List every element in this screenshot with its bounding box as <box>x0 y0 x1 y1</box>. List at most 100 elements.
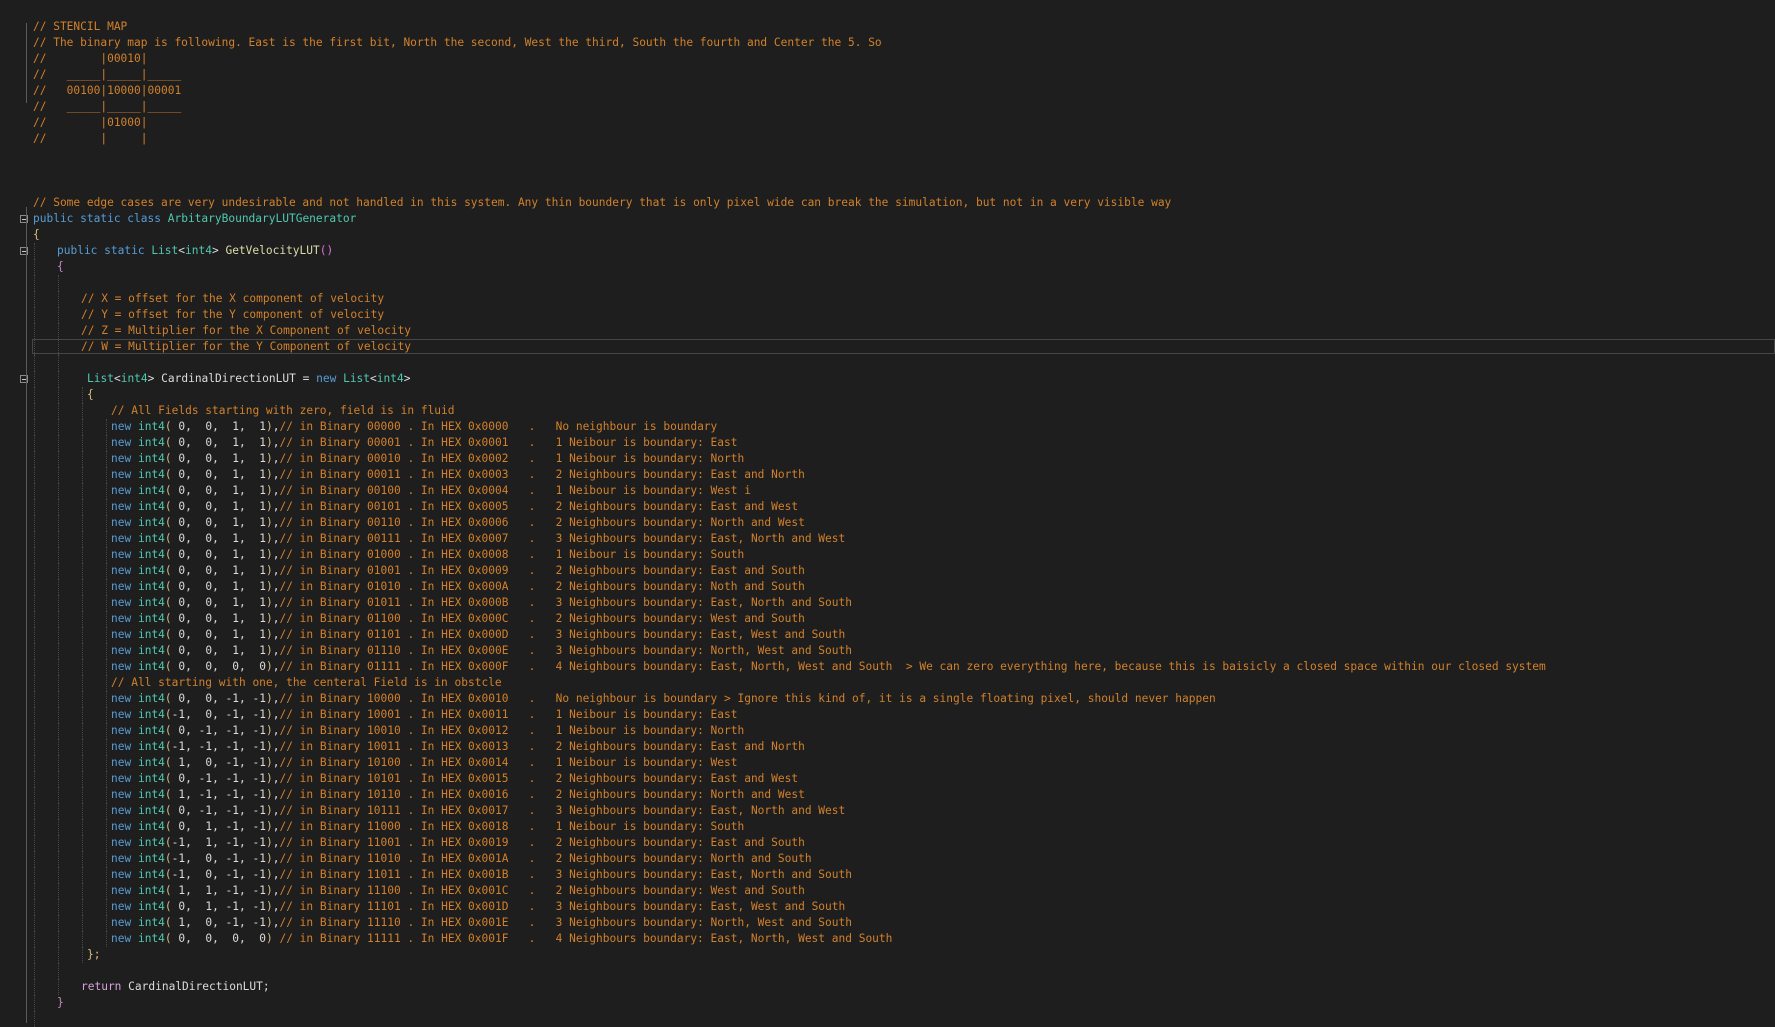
code-text: // |01000| <box>33 115 148 131</box>
entry-args: 0, 0, 1, 1 <box>171 436 266 449</box>
type-name: int4 <box>137 580 165 593</box>
brace-line: } <box>33 995 1775 1011</box>
paren: ) <box>265 852 273 865</box>
entry-comment: // in Binary 00000 . In HEX 0x0000 . No … <box>279 420 718 433</box>
type-name: int4 <box>137 692 165 705</box>
indent-guide <box>82 515 83 531</box>
keyword: new <box>111 740 132 753</box>
code-text: new int4( 1, 1, -1, -1),// in Binary 111… <box>111 883 805 899</box>
indent-guide <box>34 771 35 787</box>
code-text: } <box>57 995 64 1011</box>
method-declaration: public static List<int4> GetVelocityLUT(… <box>33 243 1775 259</box>
paren: ( <box>164 500 172 513</box>
lut-entry-line: new int4( 0, 0, 1, 1),// in Binary 01000… <box>33 547 1775 563</box>
indent-guide <box>106 627 107 643</box>
indent-guide <box>106 595 107 611</box>
indent-guide <box>106 515 107 531</box>
indent-guide <box>58 275 59 291</box>
keyword: return <box>81 980 122 993</box>
type-name: int4 <box>137 500 165 513</box>
code-text: // The binary map is following. East is … <box>33 35 882 51</box>
entry-args: 0, 0, 1, 1 <box>171 468 266 481</box>
indent-guide <box>34 787 35 803</box>
indent-guide <box>82 451 83 467</box>
indent-guide <box>58 659 59 675</box>
variable-name: CardinalDirectionLUT <box>161 372 296 385</box>
keyword: new <box>111 772 132 785</box>
paren: ( <box>164 452 172 465</box>
indent-guide <box>58 451 59 467</box>
indent-guide <box>34 803 35 819</box>
entry-args: 0, 0, 1, 1 <box>171 420 266 433</box>
comment-text: // X = offset for the X component of vel… <box>81 292 385 305</box>
entry-comment: // in Binary 00100 . In HEX 0x0004 . 1 N… <box>279 484 751 497</box>
open-brace: { <box>57 260 64 273</box>
paren: ) <box>265 788 273 801</box>
editor-gutter <box>0 0 30 1023</box>
type-name: int4 <box>137 884 165 897</box>
indent-guide <box>82 467 83 483</box>
indent-guide <box>82 643 83 659</box>
entry-args: 0, 1, -1, -1 <box>171 820 266 833</box>
code-text: new int4( 1, 0, -1, -1),// in Binary 111… <box>111 915 852 931</box>
comment-text: // |01000| <box>33 116 148 129</box>
code-area[interactable]: // STENCIL MAP // The binary map is follo… <box>33 0 1775 1027</box>
indent-guide <box>58 595 59 611</box>
keyword: new <box>111 788 132 801</box>
indent-guide <box>34 707 35 723</box>
indent-guide <box>34 739 35 755</box>
code-editor[interactable]: // STENCIL MAP // The binary map is follo… <box>0 0 1775 1027</box>
paren: ) <box>265 468 273 481</box>
indent-guide <box>106 755 107 771</box>
paren: ) <box>265 884 273 897</box>
indent-guide <box>106 579 107 595</box>
paren: ( <box>164 420 172 433</box>
indent-guide <box>82 563 83 579</box>
type-name: int4 <box>137 564 165 577</box>
comment-text: // 00100|10000|00001 <box>33 84 182 97</box>
paren: ( <box>164 660 172 673</box>
entry-comment: // in Binary 00011 . In HEX 0x0003 . 2 N… <box>279 468 805 481</box>
entry-comment: // in Binary 01001 . In HEX 0x0009 . 2 N… <box>279 564 805 577</box>
entry-args: 0, -1, -1, -1 <box>171 772 266 785</box>
indent-guide <box>106 803 107 819</box>
indent-guide <box>58 419 59 435</box>
indent-guide <box>82 387 83 403</box>
lut-entry-line: new int4( 0, 0, 1, 1),// in Binary 00001… <box>33 435 1775 451</box>
blank-line <box>33 1011 1775 1027</box>
keyword: new <box>111 692 132 705</box>
indent-guide <box>58 403 59 419</box>
paren: ) <box>265 452 273 465</box>
paren: ( <box>164 564 172 577</box>
indent-guide <box>106 883 107 899</box>
indent-guide <box>106 739 107 755</box>
comment-line: // X = offset for the X component of vel… <box>33 291 1775 307</box>
indent-guide <box>58 739 59 755</box>
lut-entry-line: new int4(-1, 0, -1, -1),// in Binary 100… <box>33 707 1775 723</box>
entry-args: 0, 0, 1, 1 <box>171 516 266 529</box>
entry-comment: // in Binary 00101 . In HEX 0x0005 . 2 N… <box>279 500 799 513</box>
entry-comment: // in Binary 11001 . In HEX 0x0019 . 2 N… <box>279 836 805 849</box>
indent-guide <box>58 371 59 387</box>
indent-guide <box>58 307 59 323</box>
entry-comment: // in Binary 10110 . In HEX 0x0016 . 2 N… <box>279 788 805 801</box>
paren: ( <box>164 804 172 817</box>
type-name: int4 <box>137 724 165 737</box>
return-statement: return CardinalDirectionLUT; <box>33 979 1775 995</box>
indent-guide <box>34 291 35 307</box>
indent-guide <box>82 483 83 499</box>
indent-guide <box>34 979 35 995</box>
type-name: int4 <box>137 900 165 913</box>
paren: ) <box>265 612 273 625</box>
indent-guide <box>58 627 59 643</box>
keyword: new <box>111 900 132 913</box>
paren: ) <box>265 900 273 913</box>
entry-comment: // in Binary 10101 . In HEX 0x0015 . 2 N… <box>279 772 799 785</box>
parens: () <box>319 244 334 257</box>
code-text: new int4( 0, 1, -1, -1),// in Binary 110… <box>111 819 744 835</box>
